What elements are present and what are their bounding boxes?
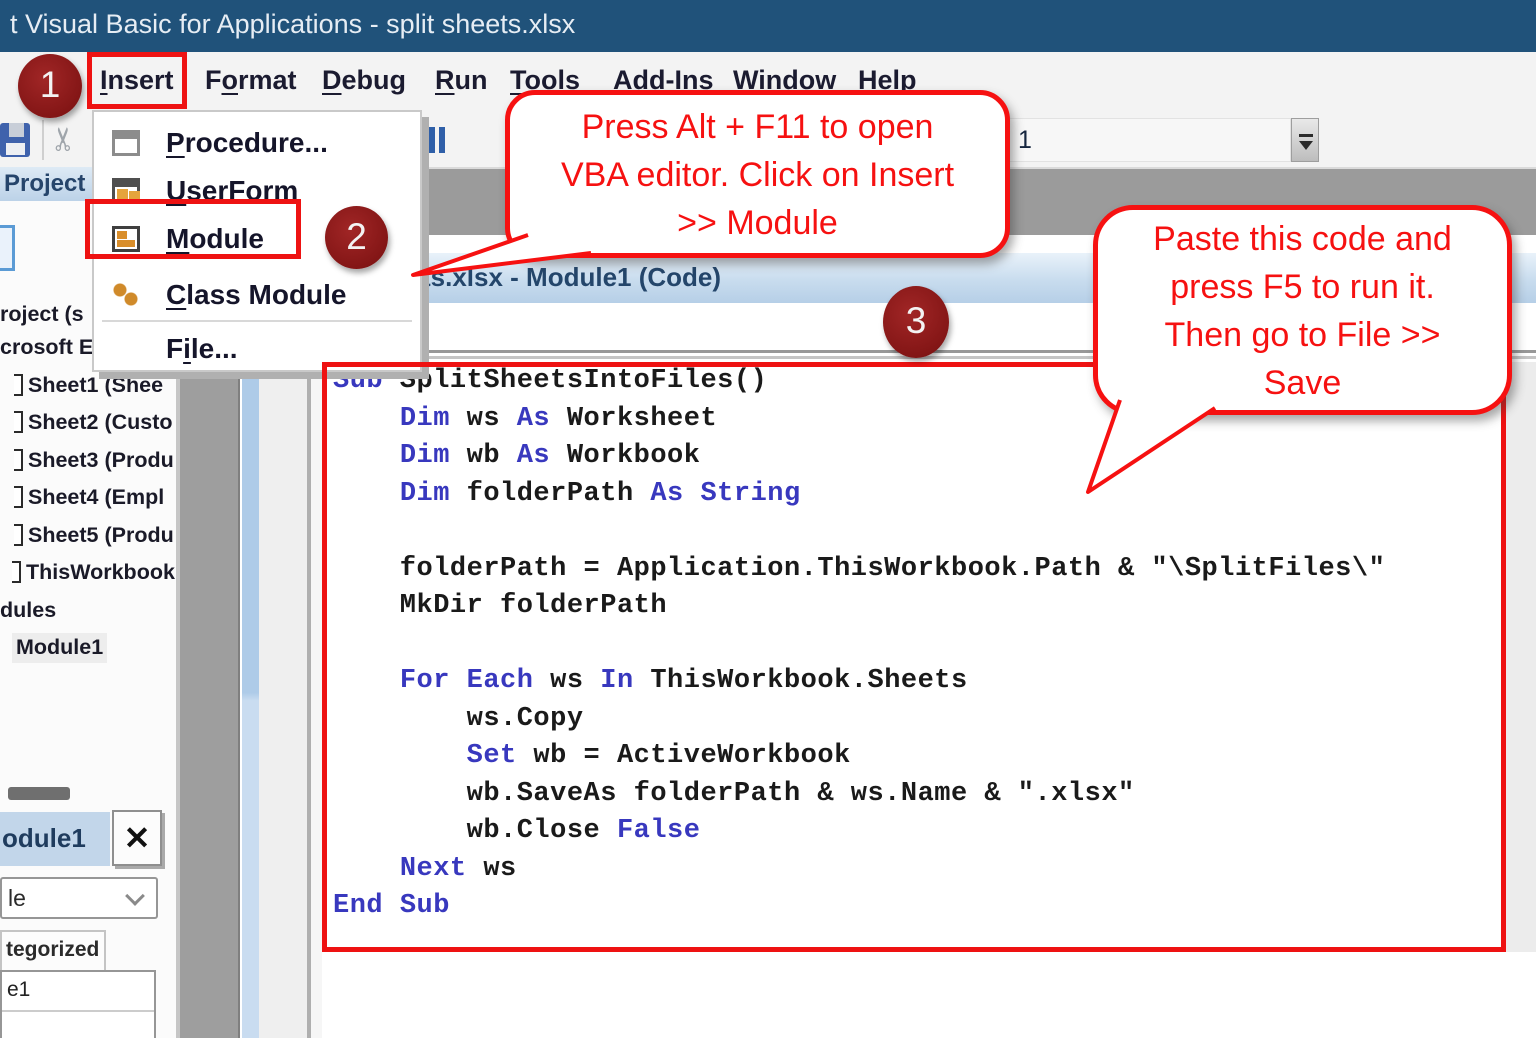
callout-tail (395, 225, 625, 300)
tree-item[interactable]: crosoft E (0, 333, 93, 363)
worksheet-icon (14, 374, 23, 396)
tab-categorized-label: tegorized (6, 932, 104, 968)
window-title: t Visual Basic for Applications - split … (10, 9, 575, 40)
red-box-code (322, 362, 1506, 952)
properties-panel-title: odule1 (2, 812, 110, 864)
toolbar-combo[interactable]: 1 (1008, 118, 1291, 162)
insert-menu-item-procedure[interactable]: Procedure... (94, 120, 420, 166)
tree-item[interactable]: Sheet3 (Produ (14, 446, 174, 476)
callout-line: Then go to File >> (1098, 311, 1507, 359)
annotation-badge-3: 3 (883, 286, 949, 358)
toolbar-combo-value: 1 (1018, 119, 1290, 161)
worksheet-icon (14, 449, 23, 471)
insert-menu-item-label: Class Module (166, 272, 347, 318)
menu-separator (102, 320, 412, 322)
procedure-icon (112, 130, 140, 156)
tree-item[interactable]: Sheet1 (Shee (14, 371, 163, 401)
code-window-right-margin (1506, 362, 1536, 952)
menu-item-debug[interactable]: Debug (322, 52, 406, 112)
property-field-value: e1 (7, 972, 154, 1008)
panel-resize-handle[interactable] (8, 787, 70, 800)
cut-icon[interactable]: ✂ (44, 126, 82, 153)
vba-editor-window: t Visual Basic for Applications - split … (0, 0, 1536, 1038)
class-module-icon (112, 282, 140, 308)
tab-categorized[interactable]: tegorized (0, 930, 106, 970)
callout-line: press F5 to run it. (1098, 263, 1507, 311)
object-dropdown[interactable]: le (0, 877, 158, 919)
tree-item[interactable]: dules (0, 596, 56, 626)
tree-item[interactable]: Sheet4 (Empl (14, 483, 164, 513)
close-icon: ✕ (114, 812, 160, 864)
insert-menu-item-label: File... (166, 326, 238, 372)
window-titlebar: t Visual Basic for Applications - split … (0, 0, 1536, 52)
worksheet-icon (14, 524, 23, 546)
tree-item[interactable]: Module1 (12, 633, 107, 663)
insert-menu-item-label: Procedure... (166, 120, 328, 166)
red-box-insert (87, 52, 187, 109)
red-box-module (85, 199, 301, 259)
callout-tail (1075, 390, 1235, 510)
callout-line: Press Alt + F11 to open (510, 103, 1005, 151)
callout-line: Paste this code and (1098, 215, 1507, 263)
tree-item[interactable]: Sheet2 (Custo (14, 408, 173, 438)
menu-item-format[interactable]: Format (205, 52, 297, 112)
pause-icon[interactable] (427, 127, 447, 153)
worksheet-icon (14, 486, 23, 508)
tree-item[interactable]: Sheet5 (Produ (14, 521, 174, 551)
save-icon[interactable] (0, 123, 30, 157)
property-field[interactable]: e1 (0, 970, 156, 1038)
worksheet-icon (12, 561, 21, 583)
dropdown-arrow-icon[interactable] (1291, 118, 1319, 162)
annotation-badge-1: 1 (18, 54, 82, 118)
close-button[interactable]: ✕ (112, 810, 162, 866)
callout-line: VBA editor. Click on Insert (510, 151, 1005, 199)
tree-item[interactable]: roject (s (0, 300, 84, 330)
worksheet-icon (14, 411, 23, 433)
insert-menu-item-class-module[interactable]: Class Module (94, 272, 420, 318)
tree-item[interactable]: ThisWorkbook (12, 558, 175, 588)
menu-item-run[interactable]: Run (435, 52, 488, 112)
callout-paste-code: Paste this code and press F5 to run it. … (1093, 205, 1512, 415)
view-code-button[interactable] (0, 225, 15, 271)
annotation-badge-2: 2 (325, 206, 388, 269)
properties-panel-header: odule1 (0, 812, 110, 866)
